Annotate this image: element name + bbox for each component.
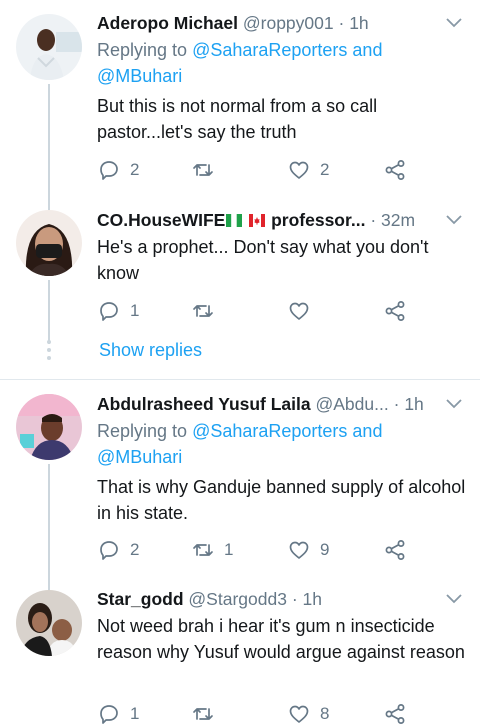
tweet-text: But this is not normal from a so call pa… [97,96,378,142]
share-button[interactable] [383,702,407,726]
display-name[interactable]: Aderopo Michael [97,13,238,33]
mention-link[interactable]: @MBuhari [97,66,182,86]
share-button[interactable] [383,538,407,562]
like-button[interactable]: 9 [287,538,329,562]
canada-flag-icon [249,214,266,227]
separator-dot: · [370,210,377,230]
tweet-text: Not weed brah i hear it's gum n insectic… [97,616,465,662]
like-button[interactable] [287,299,311,323]
share-button[interactable] [383,158,407,182]
username[interactable]: @Stargodd3 [188,589,287,609]
thread-line [48,280,50,344]
reply-count: 1 [130,704,140,723]
chevron-down-icon[interactable] [446,399,462,409]
nigeria-flag-icon [226,214,243,227]
display-name[interactable]: CO.HouseWIFE professor... [97,210,365,230]
retweet-button[interactable] [191,299,215,323]
timestamp[interactable]: 1h [404,394,423,414]
reply-count: 1 [130,301,140,320]
like-icon [289,541,309,559]
reply-count: 2 [130,160,140,179]
like-count: 8 [320,704,330,723]
separator-dot: · [393,394,400,414]
share-icon [385,704,405,724]
replying-to: Replying to @SaharaReporters and @MBuhar… [97,37,467,89]
retweet-button[interactable] [191,158,224,182]
share-icon [385,160,405,180]
thread-line [48,464,50,576]
timestamp[interactable]: 1h [303,589,322,609]
timestamp[interactable]: 1h [349,13,368,33]
tweet-actions: 1 8 [97,702,467,726]
reply-icon [100,302,118,321]
username[interactable]: @Abdu... [316,394,389,414]
retweet-count: 1 [224,540,234,559]
like-icon [289,161,309,179]
avatar[interactable] [16,590,82,656]
retweet-icon [193,708,213,720]
reply-button[interactable]: 2 [97,158,139,182]
tweet-header: CO.HouseWIFE professor... · 32m [97,209,466,231]
display-name-suffix: professor... [271,210,366,230]
tweet-text: That is why Ganduje banned supply of alc… [97,477,466,523]
tweet-actions: 2 1 9 [97,538,467,562]
like-button[interactable]: 8 [287,702,329,726]
mention-link[interactable]: @MBuhari [97,447,182,467]
share-button[interactable] [383,299,407,323]
separator-dot: · [338,13,345,33]
tweet-actions: 1 [97,299,467,323]
tweet-abdulrasheed[interactable]: Abdulrasheed Yusuf Laila @Abdu... · 1h R… [0,380,480,576]
show-replies-link[interactable]: Show replies [99,340,202,361]
reply-button[interactable]: 1 [97,702,139,726]
like-button[interactable]: 2 [287,158,329,182]
display-name-text: CO.HouseWIFE [97,210,226,230]
reply-icon [100,705,118,724]
retweet-button[interactable] [191,702,215,726]
reply-count: 2 [130,540,140,559]
chevron-down-icon[interactable] [446,594,462,604]
reply-button[interactable]: 2 [97,538,139,562]
thread-dots [47,340,51,364]
chevron-down-icon[interactable] [446,18,462,28]
share-icon [385,540,405,560]
avatar[interactable] [16,210,82,276]
tweet-text: He's a prophet... Don't say what you don… [97,237,429,283]
thread-line [48,196,50,210]
tweet-star-godd[interactable]: Star_godd @Stargodd3 · 1h Not weed brah … [0,576,480,725]
chevron-down-icon[interactable] [446,215,462,225]
tweet-header: Star_godd @Stargodd3 · 1h [97,588,466,610]
retweet-icon [193,305,213,317]
retweet-button[interactable]: 1 [191,538,233,562]
tweet-cohousewife[interactable]: CO.HouseWIFE professor... · 32m He's a p… [0,196,480,379]
avatar[interactable] [16,394,82,460]
share-icon [385,301,405,321]
mention-link[interactable]: @SaharaReporters and [192,421,382,441]
separator-dot: · [291,589,298,609]
reply-icon [100,541,118,560]
like-icon [289,302,309,320]
mention-link[interactable]: @SaharaReporters and [192,40,382,60]
replying-prefix: Replying to [97,40,188,60]
replying-to: Replying to @SaharaReporters and @MBuhar… [97,418,467,470]
reply-button[interactable]: 1 [97,299,139,323]
thread-line [48,576,50,590]
like-count: 2 [320,160,330,179]
avatar[interactable] [16,14,82,80]
username[interactable]: @roppy001 [243,13,334,33]
retweet-icon [193,164,213,176]
reply-icon [100,161,118,180]
replying-prefix: Replying to [97,421,188,441]
display-name[interactable]: Abdulrasheed Yusuf Laila [97,394,311,414]
tweet-header: Abdulrasheed Yusuf Laila @Abdu... · 1h [97,393,438,415]
display-name[interactable]: Star_godd [97,589,184,609]
like-icon [289,705,309,723]
thread-line [48,84,50,196]
like-count: 9 [320,540,330,559]
tweet-aderopo[interactable]: Aderopo Michael @roppy001 · 1h Replying … [0,0,480,196]
timestamp[interactable]: 32m [381,210,415,230]
tweet-actions: 2 2 [97,158,467,182]
retweet-icon [193,544,213,556]
tweet-header: Aderopo Michael @roppy001 · 1h [97,12,466,34]
